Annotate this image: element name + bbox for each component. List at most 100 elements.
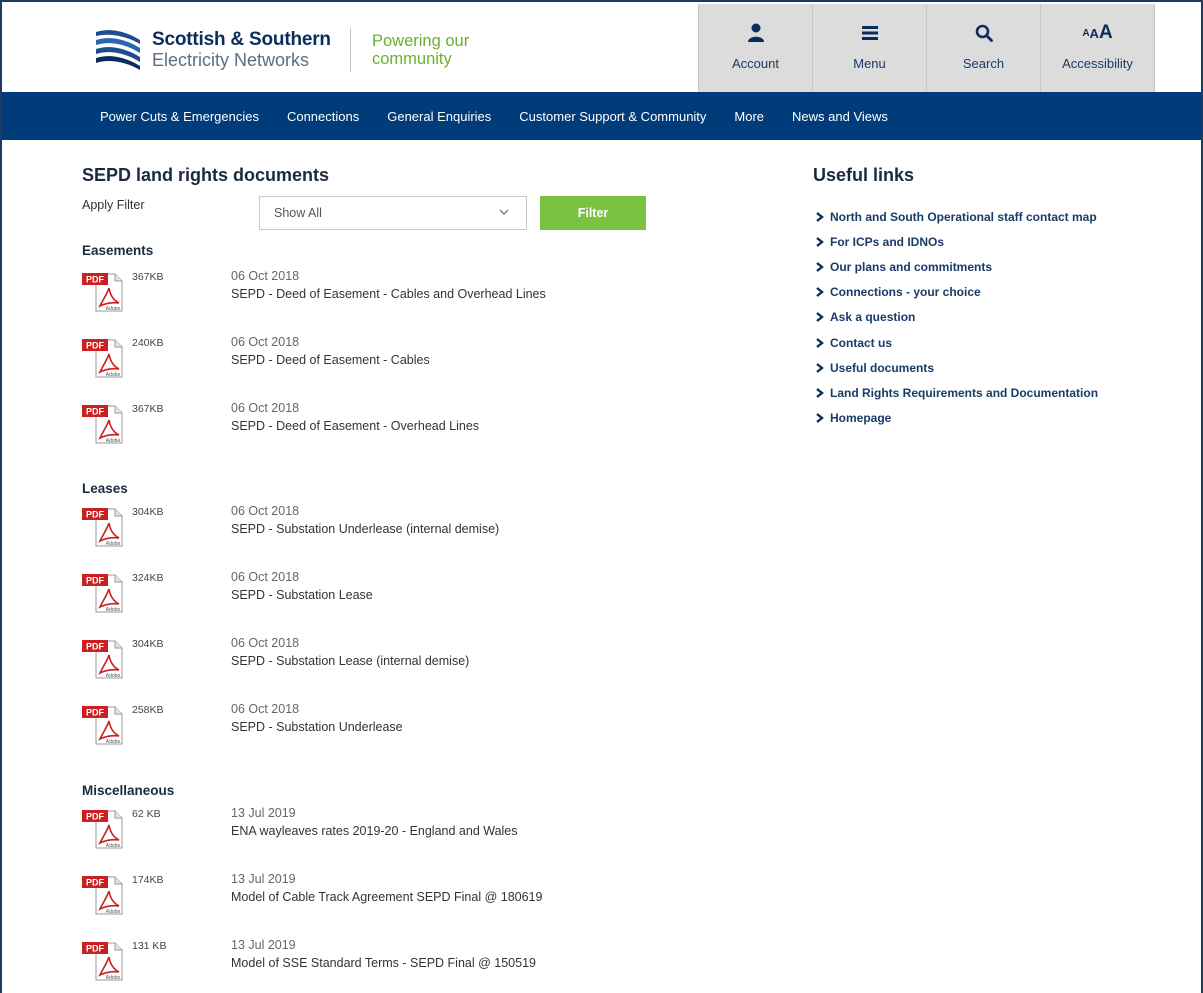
tagline-line1: Powering our: [372, 32, 470, 50]
pdf-file-icon[interactable]: PDF Adobe: [82, 939, 128, 981]
useful-links-list: North and South Operational staff contac…: [815, 204, 1098, 431]
menu-icon: [861, 22, 878, 44]
document-row: PDF Adobe 304KB 06 Oct 2018 SEPD - Substa…: [82, 636, 682, 687]
document-link[interactable]: SEPD - Substation Underlease (internal d…: [231, 522, 499, 536]
document-date: 06 Oct 2018: [231, 335, 300, 349]
chevron-right-icon: [815, 413, 829, 424]
pdf-file-icon[interactable]: PDF Adobe: [82, 571, 128, 613]
useful-link-label: Our plans and commitments: [830, 259, 993, 274]
chevron-right-icon: [815, 287, 829, 298]
useful-link-useful-documents[interactable]: Useful documents: [815, 355, 1098, 380]
document-date: 06 Oct 2018: [231, 636, 300, 650]
document-row: PDF Adobe 324KB 06 Oct 2018 SEPD - Substa…: [82, 570, 682, 621]
pdf-file-icon[interactable]: PDF Adobe: [82, 336, 128, 378]
pdf-file-icon[interactable]: PDF Adobe: [82, 505, 128, 547]
useful-link-connections-choice[interactable]: Connections - your choice: [815, 280, 1098, 305]
nav-item-general-enquiries[interactable]: General Enquiries: [387, 109, 491, 124]
nav-item-connections[interactable]: Connections: [287, 109, 359, 124]
pdf-file-icon[interactable]: PDF Adobe: [82, 807, 128, 849]
brand-name[interactable]: Scottish & Southern Electricity Networks: [152, 29, 331, 71]
useful-link-label: Useful documents: [830, 360, 935, 375]
menu-button[interactable]: Menu: [812, 4, 926, 92]
useful-link-ask-question[interactable]: Ask a question: [815, 305, 1098, 330]
search-button[interactable]: Search: [926, 4, 1040, 92]
pdf-file-icon[interactable]: PDF Adobe: [82, 270, 128, 312]
filter-button[interactable]: Filter: [540, 196, 646, 230]
svg-text:PDF: PDF: [86, 642, 105, 652]
svg-text:Adobe: Adobe: [106, 739, 121, 745]
document-link[interactable]: Model of Cable Track Agreement SEPD Fina…: [231, 890, 542, 904]
useful-link-homepage[interactable]: Homepage: [815, 406, 1098, 431]
file-size: 174KB: [132, 874, 164, 886]
document-date: 06 Oct 2018: [231, 401, 300, 415]
pdf-file-icon[interactable]: PDF Adobe: [82, 637, 128, 679]
useful-link-contact-map[interactable]: North and South Operational staff contac…: [815, 204, 1098, 229]
useful-link-land-rights[interactable]: Land Rights Requirements and Documentati…: [815, 380, 1098, 405]
account-button[interactable]: Account: [698, 4, 812, 92]
svg-text:PDF: PDF: [86, 708, 105, 718]
nav-item-news[interactable]: News and Views: [792, 109, 888, 124]
svg-text:Adobe: Adobe: [106, 843, 121, 849]
useful-link-label: Connections - your choice: [830, 285, 981, 300]
svg-text:PDF: PDF: [86, 812, 105, 822]
svg-text:PDF: PDF: [86, 944, 105, 954]
chevron-right-icon: [815, 211, 829, 222]
nav-item-customer-support[interactable]: Customer Support & Community: [519, 109, 706, 124]
nav-item-power-cuts[interactable]: Power Cuts & Emergencies: [100, 109, 259, 124]
document-row: PDF Adobe 304KB 06 Oct 2018 SEPD - Substa…: [82, 504, 682, 555]
file-size: 367KB: [132, 403, 164, 415]
document-link[interactable]: SEPD - Deed of Easement - Overhead Lines: [231, 419, 479, 433]
document-row: PDF Adobe 258KB 06 Oct 2018 SEPD - Substa…: [82, 702, 682, 753]
brand-name-line1: Scottish & Southern: [152, 29, 331, 50]
svg-text:Adobe: Adobe: [106, 541, 121, 547]
search-label: Search: [962, 56, 1005, 71]
section-heading-leases: Leases: [82, 481, 128, 496]
nav-item-more[interactable]: More: [734, 109, 764, 124]
svg-text:Adobe: Adobe: [106, 909, 121, 915]
document-row: PDF Adobe 367KB 06 Oct 2018 SEPD - Deed o…: [82, 269, 682, 320]
document-link[interactable]: ENA wayleaves rates 2019-20 - England an…: [231, 824, 518, 838]
pdf-file-icon[interactable]: PDF Adobe: [82, 873, 128, 915]
document-row: PDF Adobe 62 KB 13 Jul 2019 ENA wayleaves…: [82, 806, 682, 857]
document-row: PDF Adobe 131 KB 13 Jul 2019 Model of SSE…: [82, 938, 682, 989]
filter-label: Apply Filter: [82, 198, 145, 212]
document-link[interactable]: SEPD - Substation Lease: [231, 588, 373, 602]
document-date: 13 Jul 2019: [231, 806, 296, 820]
useful-link-label: North and South Operational staff contac…: [830, 209, 1097, 224]
document-link[interactable]: SEPD - Deed of Easement - Cables: [231, 353, 430, 367]
page-title: SEPD land rights documents: [82, 165, 330, 185]
sse-logo-icon[interactable]: [94, 26, 142, 72]
document-row: PDF Adobe 174KB 13 Jul 2019 Model of Cabl…: [82, 872, 682, 923]
file-size: 62 KB: [132, 808, 161, 820]
document-link[interactable]: SEPD - Deed of Easement - Cables and Ove…: [231, 287, 546, 301]
accessibility-button[interactable]: AAA Accessibility: [1040, 4, 1155, 92]
document-row: PDF Adobe 367KB 06 Oct 2018 SEPD - Deed o…: [82, 401, 682, 452]
site-header: Scottish & Southern Electricity Networks…: [2, 2, 1201, 92]
chevron-right-icon: [815, 362, 829, 373]
text-size-icon: AAA: [1082, 22, 1113, 43]
document-link[interactable]: SEPD - Substation Underlease: [231, 720, 403, 734]
pdf-file-icon[interactable]: PDF Adobe: [82, 402, 128, 444]
document-link[interactable]: SEPD - Substation Lease (internal demise…: [231, 654, 469, 668]
useful-link-icps-idnos[interactable]: For ICPs and IDNOs: [815, 229, 1098, 254]
useful-link-plans[interactable]: Our plans and commitments: [815, 254, 1098, 279]
brand-tagline: Powering our community: [372, 32, 469, 68]
menu-label: Menu: [853, 56, 886, 71]
file-size: 304KB: [132, 638, 164, 650]
filter-select-value: Show All: [274, 206, 322, 220]
filter-select[interactable]: Show All: [259, 196, 527, 230]
document-date: 06 Oct 2018: [231, 269, 300, 283]
useful-link-label: Land Rights Requirements and Documentati…: [830, 385, 1099, 400]
svg-text:PDF: PDF: [86, 878, 105, 888]
useful-link-contact-us[interactable]: Contact us: [815, 330, 1098, 355]
useful-link-label: Homepage: [830, 411, 892, 426]
accessibility-label: Accessibility: [1062, 56, 1133, 71]
document-link[interactable]: Model of SSE Standard Terms - SEPD Final…: [231, 956, 536, 970]
file-size: 304KB: [132, 506, 164, 518]
brand-name-line2: Electricity Networks: [152, 50, 310, 70]
chevron-down-icon: [498, 206, 510, 221]
pdf-file-icon[interactable]: PDF Adobe: [82, 703, 128, 745]
chevron-right-icon: [815, 387, 829, 398]
svg-text:PDF: PDF: [86, 407, 105, 417]
account-label: Account: [732, 56, 779, 71]
